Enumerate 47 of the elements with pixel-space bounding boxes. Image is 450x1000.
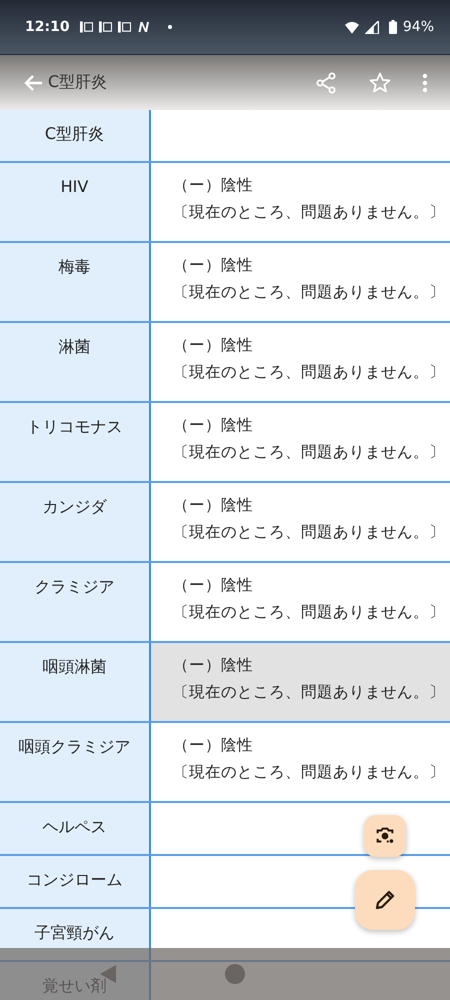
item-name: ヘルペス xyxy=(42,817,106,838)
letter-n-icon xyxy=(136,21,150,33)
result-text: （ー）陰性 xyxy=(173,735,254,756)
result-note: 〔現在のところ、問題ありません。〕 xyxy=(173,282,446,303)
clock-time: 12:10 xyxy=(25,19,70,35)
result-note: 〔現在のところ、問題ありません。〕 xyxy=(173,602,446,623)
item-name: 梅毒 xyxy=(58,257,90,278)
result-text: （ー）陰性 xyxy=(173,255,254,276)
wifi-icon xyxy=(344,20,359,34)
notification-icon xyxy=(80,21,93,33)
edit-button[interactable] xyxy=(355,870,415,930)
result-text: （ー）陰性 xyxy=(173,335,254,356)
result-note: 〔現在のところ、問題ありません。〕 xyxy=(173,522,446,543)
page-title: C型肝炎 xyxy=(48,72,108,93)
result-note: 〔現在のところ、問題ありません。〕 xyxy=(173,442,446,463)
item-name: 子宮頸がん xyxy=(34,923,114,944)
result-text: （ー）陰性 xyxy=(173,655,254,676)
result-note: 〔現在のところ、問題ありません。〕 xyxy=(173,762,446,783)
result-text: （ー）陰性 xyxy=(173,575,254,596)
star-icon[interactable] xyxy=(368,70,392,94)
item-name: HIV xyxy=(60,177,88,198)
pencil-icon xyxy=(373,888,397,912)
item-name: クラミジア xyxy=(34,577,114,598)
share-icon[interactable] xyxy=(314,70,338,94)
item-name: トリコモナス xyxy=(26,417,122,438)
dot-icon xyxy=(168,25,172,29)
result-note: 〔現在のところ、問題ありません。〕 xyxy=(173,202,446,223)
result-text: （ー）陰性 xyxy=(173,415,254,436)
item-name: 淋菌 xyxy=(58,337,90,358)
battery-percent: 94% xyxy=(402,19,434,35)
notification-icon xyxy=(98,21,112,33)
item-name: 咽頭クラミジア xyxy=(18,737,130,758)
item-name: 咽頭淋菌 xyxy=(42,657,106,678)
result-cell[interactable]: （ー）陰性 〔現在のところ、問題ありません。〕 xyxy=(151,643,450,721)
result-note: 〔現在のところ、問題ありません。〕 xyxy=(173,362,446,383)
item-name: 覚せい剤 xyxy=(42,976,106,997)
battery-icon xyxy=(388,20,397,34)
result-text: （ー）陰性 xyxy=(173,175,254,196)
notification-icon xyxy=(118,21,131,33)
signal-icon xyxy=(364,20,379,34)
item-name: コンジローム xyxy=(26,870,122,891)
result-text: （ー）陰性 xyxy=(173,495,254,516)
item-name: C型肝炎 xyxy=(44,124,104,145)
item-name: カンジダ xyxy=(42,497,106,518)
lens-button[interactable] xyxy=(364,815,406,857)
result-note: 〔現在のところ、問題ありません。〕 xyxy=(173,682,446,703)
home-circle-icon[interactable] xyxy=(225,964,245,984)
